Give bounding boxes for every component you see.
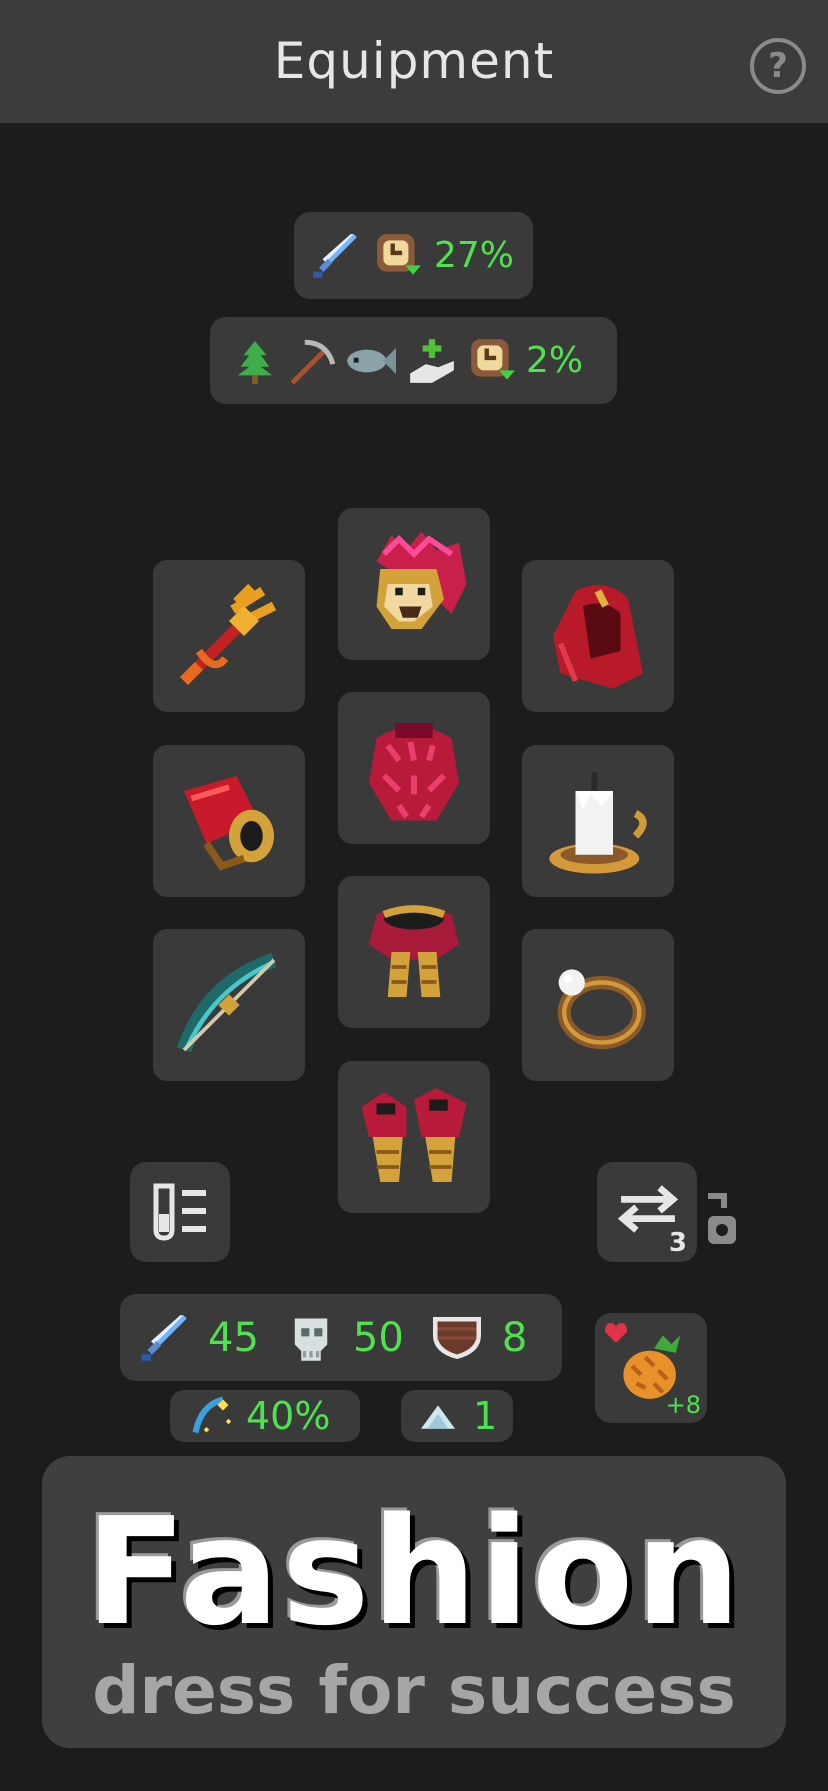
pearl-ring-icon bbox=[557, 969, 646, 1050]
fish-icon bbox=[347, 347, 396, 374]
gathering-speed-buff: 2% bbox=[210, 317, 617, 404]
banner-subtitle: dress for success bbox=[92, 1652, 736, 1729]
attack-value: 45 bbox=[208, 1314, 259, 1361]
consumables-button[interactable] bbox=[130, 1162, 230, 1262]
golden-trident-icon bbox=[180, 583, 277, 685]
boots-slot[interactable] bbox=[338, 1061, 490, 1213]
header-bar: Equipment ? bbox=[0, 0, 828, 123]
ranged-slot[interactable] bbox=[153, 929, 305, 1081]
weapon-slot[interactable] bbox=[153, 560, 305, 712]
potion-list-icon bbox=[153, 1183, 206, 1241]
mountain-icon bbox=[421, 1405, 455, 1429]
level-stat: 1 bbox=[401, 1390, 513, 1442]
candle-icon bbox=[549, 772, 647, 874]
defense-skull-icon bbox=[294, 1318, 328, 1361]
armor-value: 8 bbox=[501, 1314, 528, 1361]
ring-slot[interactable] bbox=[522, 929, 674, 1081]
fashion-banner: Fashion dress for success bbox=[42, 1456, 786, 1748]
clock-down-icon bbox=[377, 233, 421, 275]
swap-arrows-icon bbox=[617, 1185, 679, 1233]
combat-speed-buff: 27% bbox=[294, 212, 533, 299]
armor-shield-icon bbox=[432, 1316, 481, 1359]
unlock-icon[interactable] bbox=[704, 1192, 738, 1248]
attack-sword-icon bbox=[141, 1314, 187, 1361]
legs-slot[interactable] bbox=[338, 876, 490, 1028]
red-gauntlet-icon bbox=[184, 776, 274, 871]
tree-icon bbox=[237, 340, 273, 384]
trinket-slot[interactable] bbox=[522, 745, 674, 897]
level-value: 1 bbox=[473, 1394, 498, 1438]
defense-value: 50 bbox=[352, 1314, 404, 1361]
banner-title: Fashion bbox=[85, 1486, 743, 1658]
hand-plus-icon bbox=[410, 338, 454, 383]
magic-bow-icon bbox=[192, 1396, 232, 1434]
body-slot[interactable] bbox=[338, 692, 490, 844]
stats-bar: 45 50 8 bbox=[120, 1294, 562, 1381]
buff-value: 27% bbox=[434, 235, 515, 276]
food-slot[interactable]: +8 bbox=[595, 1313, 707, 1423]
clock-down-icon bbox=[471, 338, 515, 380]
lion-headdress-icon bbox=[376, 531, 467, 629]
red-feather-chest-icon bbox=[369, 723, 459, 821]
pickaxe-icon bbox=[290, 339, 336, 385]
head-slot[interactable] bbox=[338, 508, 490, 660]
help-button[interactable]: ? bbox=[750, 38, 806, 94]
crit-stat: 40% bbox=[170, 1390, 360, 1442]
sword-icon bbox=[313, 233, 357, 278]
feather-boots-icon bbox=[361, 1088, 467, 1182]
swap-count: 3 bbox=[668, 1228, 687, 1258]
bow-icon bbox=[176, 952, 277, 1053]
crit-value: 40% bbox=[246, 1394, 331, 1438]
gloves-slot[interactable] bbox=[153, 745, 305, 897]
swap-loadout-button[interactable]: 3 bbox=[597, 1162, 697, 1262]
buff-value: 2% bbox=[526, 340, 584, 381]
cape-slot[interactable] bbox=[522, 560, 674, 712]
red-hood-icon bbox=[553, 585, 643, 689]
food-bonus: +8 bbox=[665, 1391, 701, 1419]
feather-legs-icon bbox=[369, 905, 459, 997]
page-title: Equipment bbox=[273, 32, 555, 90]
